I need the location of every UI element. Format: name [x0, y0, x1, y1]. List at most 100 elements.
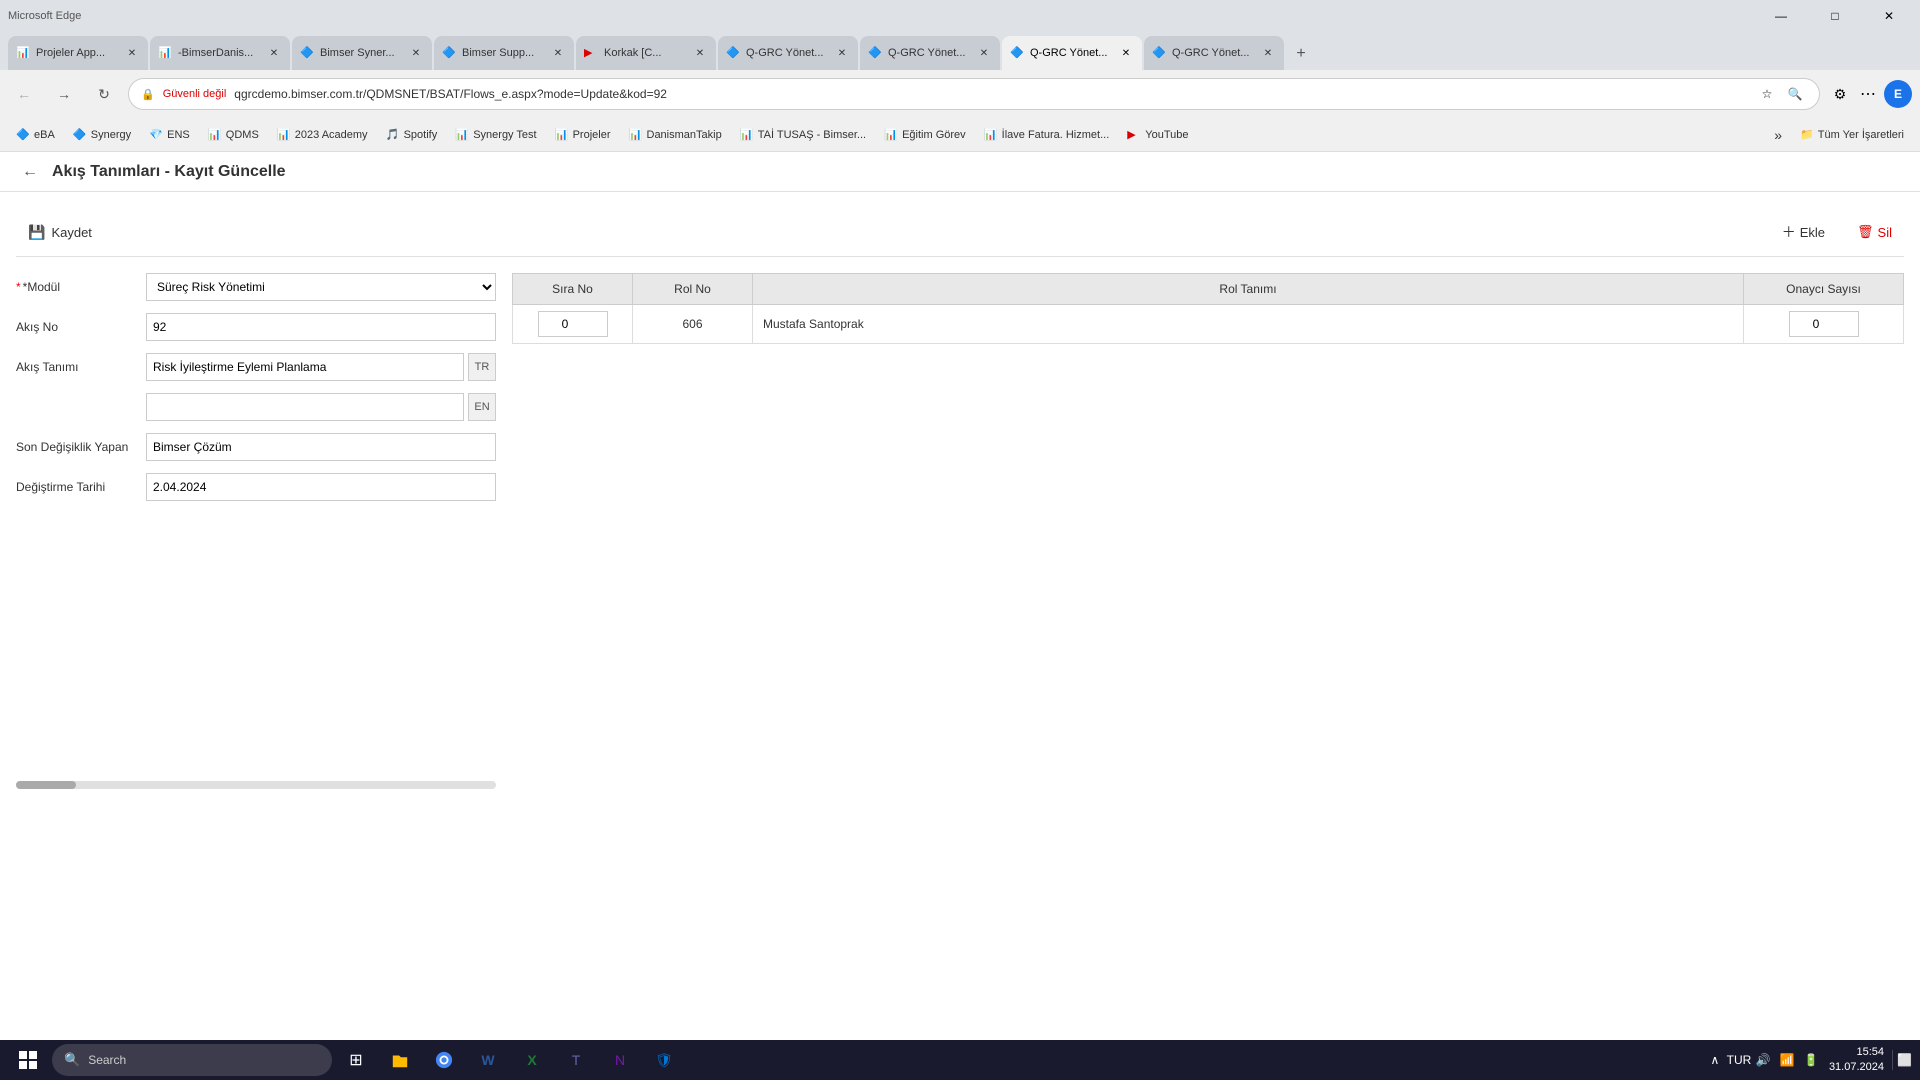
tab-close-tab4[interactable]: ✕	[550, 45, 566, 61]
extensions-icon[interactable]: ⚙	[1828, 82, 1852, 106]
zoom-icon[interactable]: 🔍	[1783, 82, 1807, 106]
akis-tanimi-tr-input[interactable]	[146, 353, 464, 381]
battery-icon[interactable]: 🔋	[1801, 1050, 1821, 1070]
show-desktop-button[interactable]: ⬜	[1892, 1050, 1912, 1070]
profile-button[interactable]: E	[1884, 80, 1912, 108]
table-body: 606 Mustafa Santoprak	[513, 305, 1904, 344]
th-rol-no: Rol No	[633, 274, 753, 305]
cell-onayci-0	[1744, 305, 1904, 344]
browser-tab-tab6[interactable]: 🔷 Q-GRC Yönet... ✕	[718, 36, 858, 70]
en-badge[interactable]: EN	[468, 393, 496, 421]
add-button[interactable]: ＋ Ekle	[1770, 216, 1837, 248]
tab-bar: 📊 Projeler App... ✕ 📊 -BimserDanis... ✕ …	[0, 32, 1920, 70]
taskbar-app-word[interactable]: W	[468, 1040, 508, 1080]
bookmark-bm13[interactable]: ▶ YouTube	[1119, 122, 1196, 148]
onayci-input-0[interactable]	[1789, 311, 1859, 337]
bookmark-bm1[interactable]: 🔷 eBA	[8, 122, 63, 148]
bookmark-title-bm10: TAİ TUSAŞ - Bimser...	[758, 129, 866, 141]
browser-tab-tab8[interactable]: 🔷 Q-GRC Yönet... ✕	[1002, 36, 1142, 70]
bookmark-bm11[interactable]: 📊 Eğitim Görev	[876, 122, 974, 148]
volume-icon[interactable]: 🔊	[1753, 1050, 1773, 1070]
bookmark-title-bm1: eBA	[34, 129, 55, 141]
new-tab-button[interactable]: +	[1285, 38, 1317, 70]
taskbar-app-shield[interactable]: 🛡	[644, 1040, 684, 1080]
bookmark-bm4[interactable]: 📊 QDMS	[200, 122, 267, 148]
bookmark-bm10[interactable]: 📊 TAİ TUSAŞ - Bimser...	[732, 122, 874, 148]
forward-button[interactable]: →	[48, 78, 80, 110]
bookmark-favicon-bm7: 📊	[455, 128, 469, 142]
chevron-up-icon[interactable]: ∧	[1705, 1050, 1725, 1070]
tab-close-tab7[interactable]: ✕	[976, 45, 992, 61]
action-right: ＋ Ekle 🗑 Sil	[1770, 216, 1904, 248]
tab-title: Bimser Supp...	[462, 47, 544, 59]
back-button[interactable]: ←	[8, 78, 40, 110]
modul-select[interactable]: Süreç Risk Yönetimi	[146, 273, 496, 301]
bookmark-bm3[interactable]: 💎 ENS	[141, 122, 198, 148]
browser-tab-tab2[interactable]: 📊 -BimserDanis... ✕	[150, 36, 290, 70]
taskbar-search[interactable]: 🔍 Search	[52, 1044, 332, 1076]
tab-close-tab3[interactable]: ✕	[408, 45, 424, 61]
page-back-button[interactable]: ←	[16, 158, 44, 186]
search-text: Search	[88, 1053, 126, 1067]
maximize-button[interactable]: □	[1812, 0, 1858, 32]
address-input-wrap[interactable]: 🔒 Güvenli değil qgrcdemo.bimser.com.tr/Q…	[128, 78, 1820, 110]
bookmarks-folder[interactable]: 📁 Tüm Yer İşaretleri	[1792, 122, 1912, 148]
tr-badge[interactable]: TR	[468, 353, 496, 381]
taskbar-app-teams[interactable]: T	[556, 1040, 596, 1080]
akis-no-input[interactable]	[146, 313, 496, 341]
browser-tab-tab9[interactable]: 🔷 Q-GRC Yönet... ✕	[1144, 36, 1284, 70]
sira-no-input-0[interactable]	[538, 311, 608, 337]
close-button[interactable]: ✕	[1866, 0, 1912, 32]
search-icon: 🔍	[64, 1052, 80, 1068]
scrollbar-track[interactable]	[16, 781, 496, 789]
start-button[interactable]	[8, 1040, 48, 1080]
cell-sira-no-0	[513, 305, 633, 344]
save-button[interactable]: 💾 Kaydet	[16, 218, 104, 247]
taskbar-app-chrome[interactable]	[424, 1040, 464, 1080]
tab-close-tab8[interactable]: ✕	[1118, 45, 1134, 61]
minimize-button[interactable]: —	[1758, 0, 1804, 32]
action-toolbar: 💾 Kaydet ＋ Ekle 🗑 Sil	[16, 208, 1904, 257]
browser-tab-tab4[interactable]: 🔷 Bimser Supp... ✕	[434, 36, 574, 70]
scrollbar-thumb[interactable]	[16, 781, 76, 789]
son-degisiklik-input[interactable]	[146, 433, 496, 461]
tab-close-tab5[interactable]: ✕	[692, 45, 708, 61]
bookmark-favicon-bm11: 📊	[884, 128, 898, 142]
star-icon[interactable]: ☆	[1755, 82, 1779, 106]
bookmark-bm9[interactable]: 📊 DanismanTakip	[621, 122, 730, 148]
taskbar-app-notes[interactable]: N	[600, 1040, 640, 1080]
network-icon[interactable]: 📶	[1777, 1050, 1797, 1070]
bookmark-bm7[interactable]: 📊 Synergy Test	[447, 122, 544, 148]
browser-tab-tab7[interactable]: 🔷 Q-GRC Yönet... ✕	[860, 36, 1000, 70]
bookmark-bm5[interactable]: 📊 2023 Academy	[269, 122, 376, 148]
akis-tanimi-en-input[interactable]	[146, 393, 464, 421]
browser-title: Microsoft Edge	[8, 10, 81, 22]
degistirme-tarihi-input[interactable]	[146, 473, 496, 501]
refresh-button[interactable]: ↻	[88, 78, 120, 110]
tab-close-tab2[interactable]: ✕	[266, 45, 282, 61]
browser-tab-tab1[interactable]: 📊 Projeler App... ✕	[8, 36, 148, 70]
tab-close-tab1[interactable]: ✕	[124, 45, 140, 61]
tab-close-tab9[interactable]: ✕	[1260, 45, 1276, 61]
taskbar-app-widgets[interactable]: ⊞	[336, 1040, 376, 1080]
tab-close-tab6[interactable]: ✕	[834, 45, 850, 61]
more-bookmarks-button[interactable]: »	[1766, 122, 1790, 148]
bookmark-bm8[interactable]: 📊 Projeler	[547, 122, 619, 148]
taskbar-app-excel[interactable]: X	[512, 1040, 552, 1080]
browser-tab-tab3[interactable]: 🔷 Bimser Syner... ✕	[292, 36, 432, 70]
tab-title: Projeler App...	[36, 47, 118, 59]
th-onayci-sayisi: Onaycı Sayısı	[1744, 274, 1904, 305]
settings-icon[interactable]: ⋯	[1856, 82, 1880, 106]
tab-title: -BimserDanis...	[178, 47, 260, 59]
bookmark-bm2[interactable]: 🔷 Synergy	[65, 122, 139, 148]
tab-favicon: 🔷	[868, 46, 882, 60]
form-row-modul: *Modül Süreç Risk Yönetimi	[16, 273, 496, 301]
bookmark-favicon-bm4: 📊	[208, 128, 222, 142]
taskbar-app-explorer[interactable]	[380, 1040, 420, 1080]
bookmark-bm6[interactable]: 🎵 Spotify	[378, 122, 446, 148]
delete-button[interactable]: 🗑 Sil	[1845, 216, 1904, 248]
bookmark-bm12[interactable]: 📊 İlave Fatura. Hizmet...	[976, 122, 1118, 148]
browser-tab-tab5[interactable]: ▶ Korkak [C... ✕	[576, 36, 716, 70]
bookmark-favicon-bm3: 💎	[149, 128, 163, 142]
window-controls: — □ ✕	[1758, 0, 1912, 32]
